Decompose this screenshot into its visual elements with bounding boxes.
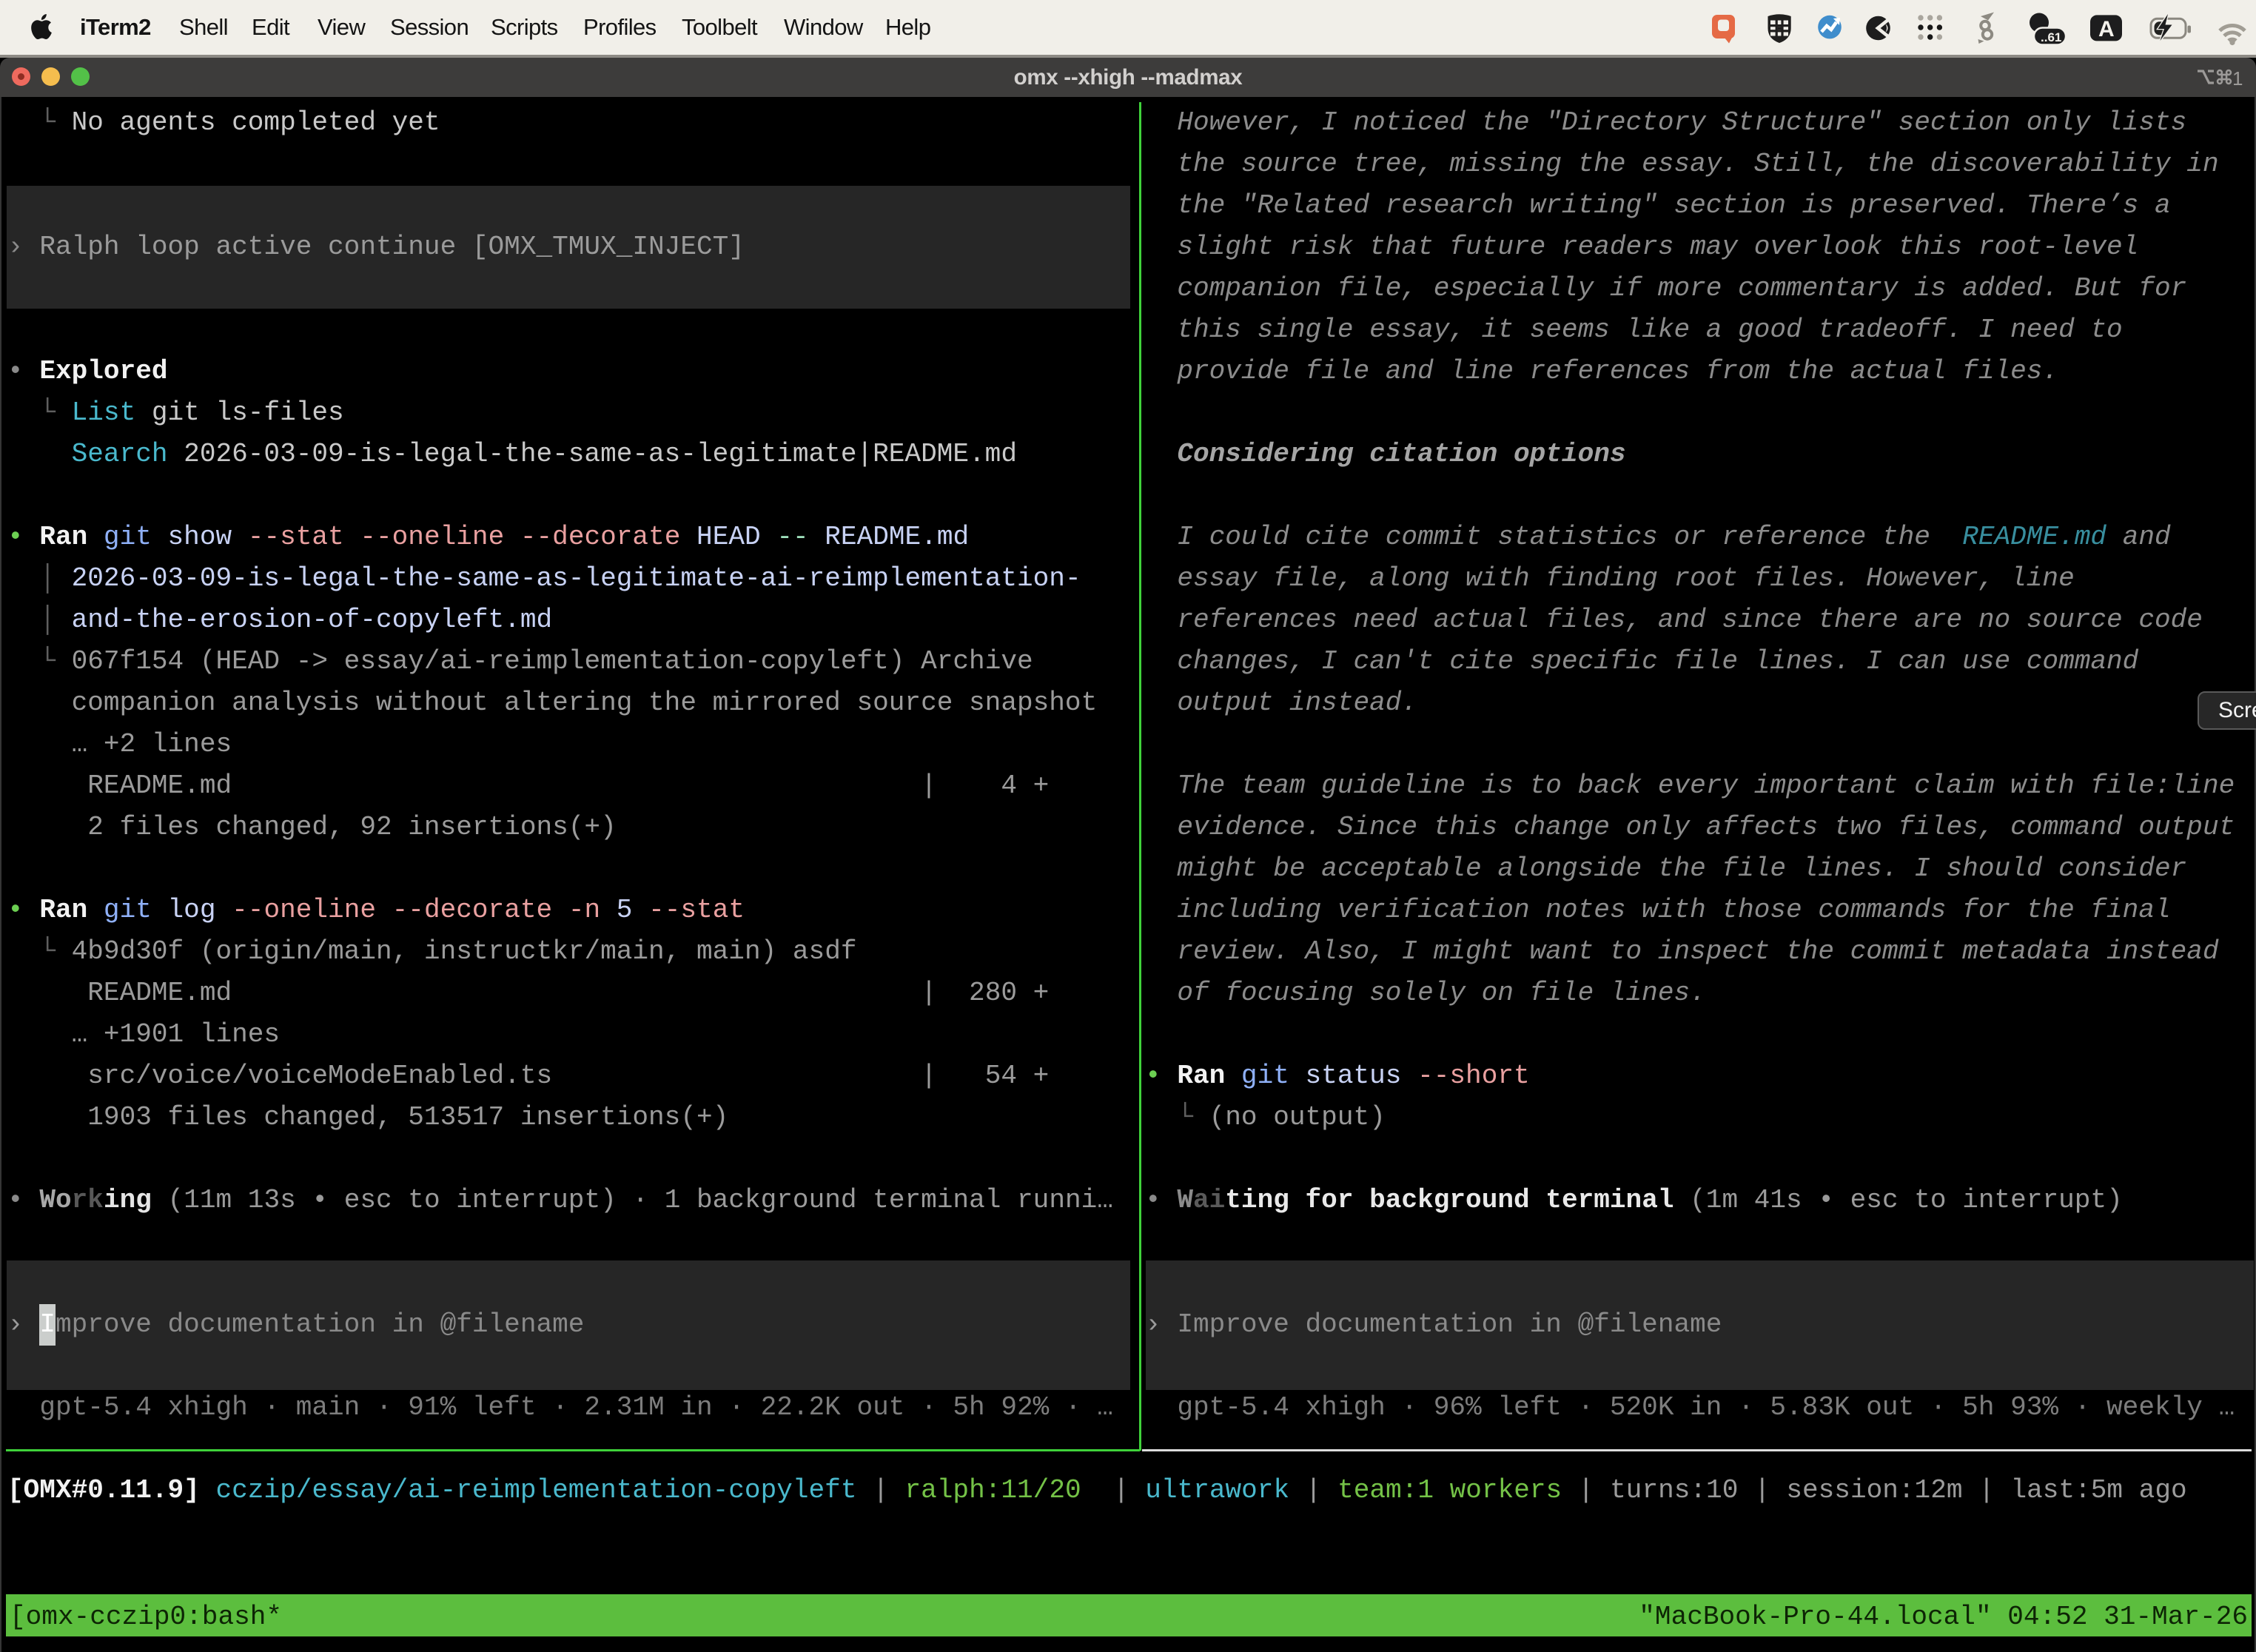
svg-text:A: A	[2098, 17, 2115, 41]
svg-text:1: 1	[2232, 67, 2243, 88]
svg-text:..61: ..61	[2041, 30, 2061, 44]
